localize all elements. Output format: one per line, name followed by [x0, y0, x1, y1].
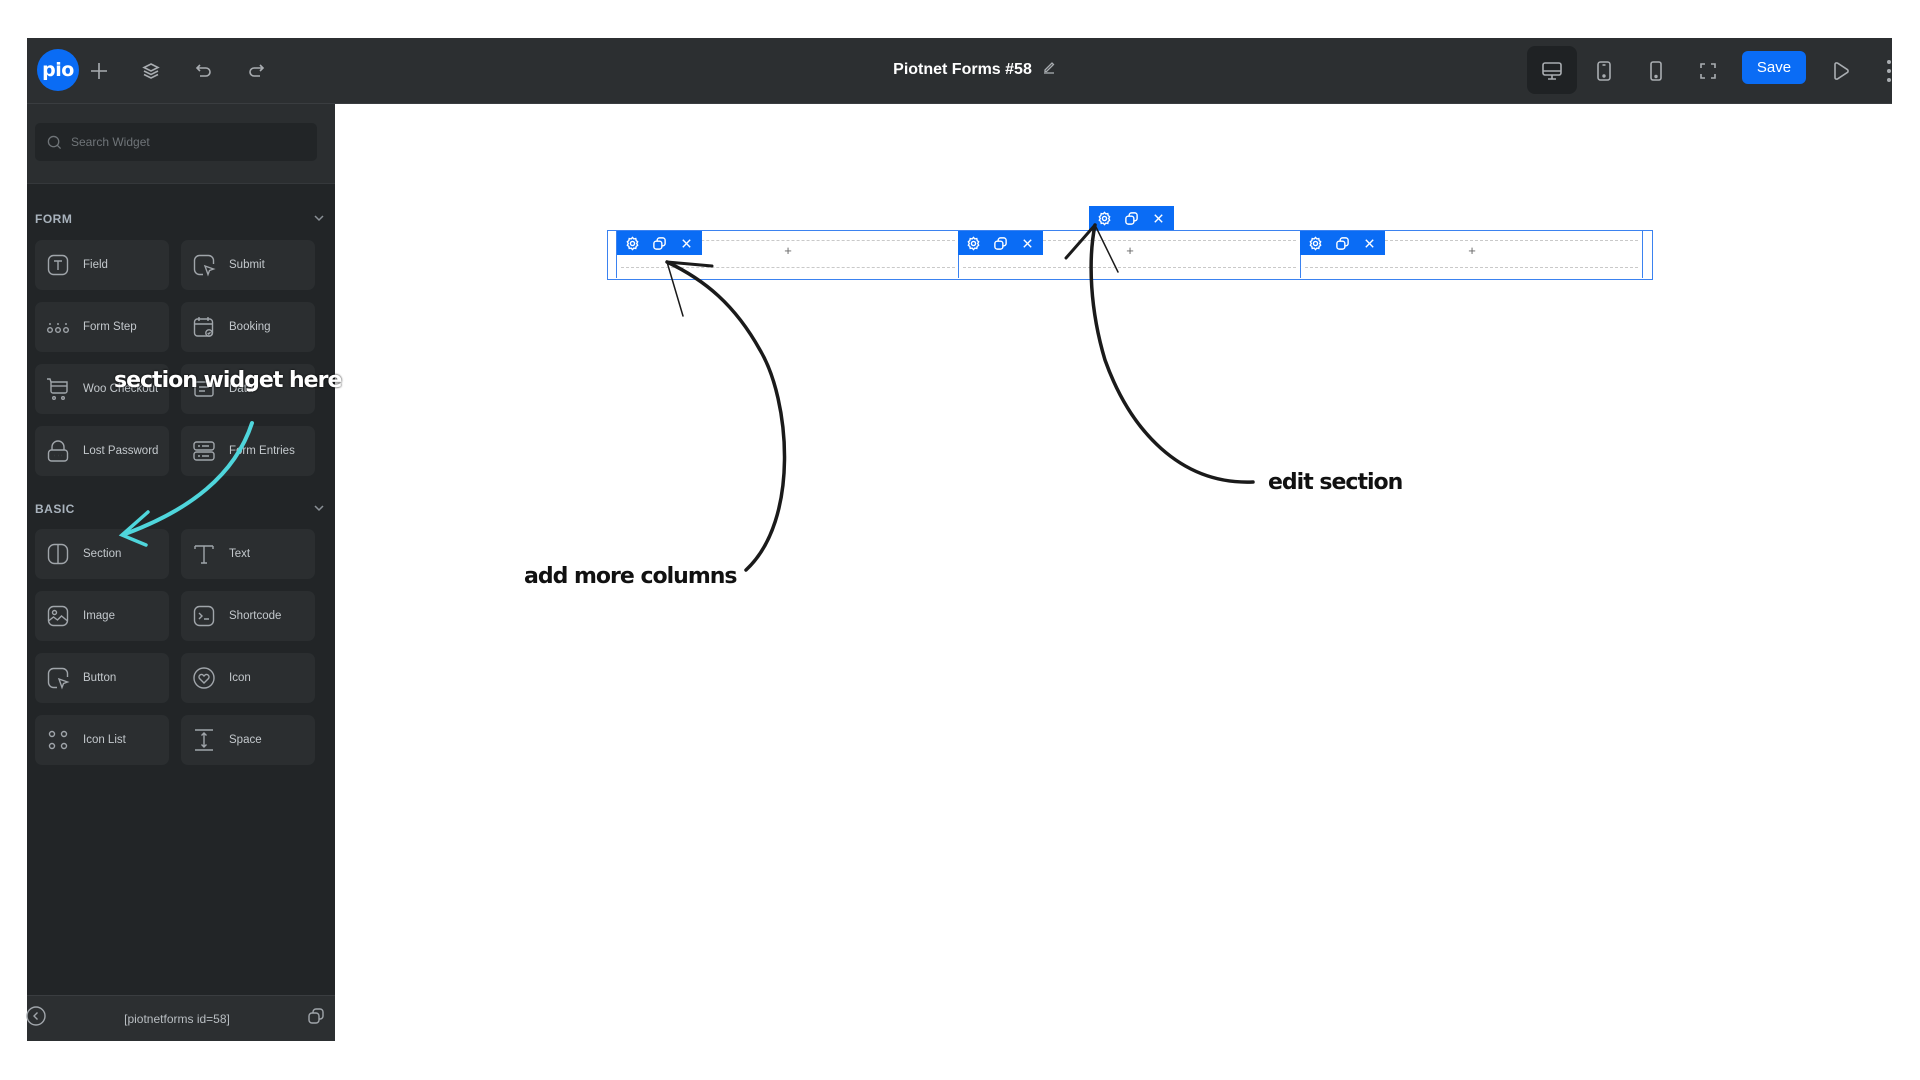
- page-title: Piotnet Forms #58: [893, 60, 1032, 78]
- add-widget-button[interactable]: +: [1462, 243, 1482, 258]
- widget-text[interactable]: Text: [181, 529, 315, 579]
- widget-icon[interactable]: Icon: [181, 653, 315, 703]
- annotation-add-columns: add more columns: [524, 564, 738, 589]
- widget-icon-list[interactable]: Icon List: [35, 715, 169, 765]
- desktop-icon[interactable]: [1539, 58, 1565, 84]
- column-settings-icon[interactable]: [962, 233, 985, 253]
- widget-button[interactable]: Button: [35, 653, 169, 703]
- widget-label: Field: [83, 259, 108, 271]
- widget-label: Submit: [229, 259, 265, 271]
- category-title: FORM: [35, 212, 73, 226]
- field-icon: [45, 252, 71, 278]
- widget-space[interactable]: Space: [181, 715, 315, 765]
- column-duplicate-icon[interactable]: [1331, 233, 1354, 253]
- button-icon: [45, 665, 71, 691]
- shortcode-text[interactable]: [piotnetforms id=58]: [124, 1012, 230, 1026]
- text-icon: [191, 541, 217, 567]
- search-area: [27, 104, 335, 184]
- preview-play-icon[interactable]: [1828, 58, 1854, 84]
- sidebar-footer: [piotnetforms id=58]: [25, 995, 335, 1041]
- widget-label: Lost Password: [83, 445, 159, 457]
- widget-lost-password[interactable]: Lost Password: [35, 426, 169, 476]
- tablet-icon[interactable]: [1591, 58, 1617, 84]
- form-widget-grid: Field Submit Form Step Booking Woo Check…: [27, 240, 335, 476]
- widget-label: Booking: [229, 321, 271, 333]
- widget-sidebar: FORM Field Submit Form Step Booking: [25, 104, 335, 1041]
- image-icon: [45, 603, 71, 629]
- column-settings-icon[interactable]: [621, 233, 644, 253]
- widget-submit[interactable]: Submit: [181, 240, 315, 290]
- widget-booking[interactable]: Booking: [181, 302, 315, 352]
- category-form-header[interactable]: FORM: [27, 207, 335, 231]
- annotation-edit-section: edit section: [1268, 470, 1403, 495]
- chevron-down-icon[interactable]: [311, 213, 327, 225]
- widget-shortcode[interactable]: Shortcode: [181, 591, 315, 641]
- heart-icon: [191, 665, 217, 691]
- widget-label: Form Step: [83, 321, 137, 333]
- layers-icon[interactable]: [138, 58, 164, 84]
- category-title: BASIC: [35, 502, 75, 516]
- lock-icon: [45, 438, 71, 464]
- add-widget-button[interactable]: +: [1120, 243, 1140, 258]
- submit-icon: [191, 252, 217, 278]
- save-button[interactable]: Save: [1742, 51, 1806, 84]
- widget-field[interactable]: Field: [35, 240, 169, 290]
- widget-label: Text: [229, 548, 251, 560]
- category-basic-header[interactable]: BASIC: [27, 497, 335, 521]
- widget-label: Shortcode: [229, 610, 282, 622]
- column-delete-icon[interactable]: [1358, 233, 1381, 253]
- section-block[interactable]: + + +: [607, 230, 1653, 280]
- search-icon: [47, 135, 62, 149]
- widget-image[interactable]: Image: [35, 591, 169, 641]
- collapse-sidebar-icon[interactable]: [25, 1005, 47, 1032]
- column-duplicate-icon[interactable]: [989, 233, 1012, 253]
- basic-widget-grid: Section Text Image Shortcode Button Icon: [27, 529, 335, 765]
- edit-title-icon[interactable]: [1042, 60, 1056, 79]
- column-delete-icon[interactable]: [1016, 233, 1039, 253]
- widget-label: Icon: [229, 672, 251, 684]
- widget-label: Section: [83, 548, 122, 560]
- widget-form-step[interactable]: Form Step: [35, 302, 169, 352]
- widget-label: Icon List: [83, 734, 126, 746]
- redo-icon[interactable]: [243, 58, 269, 84]
- section-delete-icon[interactable]: [1147, 208, 1170, 228]
- widget-form-entries[interactable]: Form Entries: [181, 426, 315, 476]
- cart-icon: [45, 376, 71, 402]
- widget-label: Form Entries: [229, 445, 295, 457]
- app-window: pio Piotnet Forms #58 Save Search Widget…: [25, 38, 1892, 1041]
- column-duplicate-icon[interactable]: [648, 233, 671, 253]
- widget-section[interactable]: Section: [35, 529, 169, 579]
- top-bar: pio Piotnet Forms #58 Save: [27, 38, 1892, 104]
- search-box[interactable]: [35, 123, 317, 161]
- section-duplicate-icon[interactable]: [1120, 208, 1143, 228]
- copy-shortcode-icon[interactable]: [307, 1007, 325, 1030]
- search-input[interactable]: [71, 135, 291, 149]
- widget-label: Button: [83, 672, 117, 684]
- section-toolbar: [1089, 206, 1174, 230]
- widget-label: Image: [83, 610, 115, 622]
- section-icon: [45, 541, 71, 567]
- column-toolbar: [1300, 231, 1385, 255]
- column-settings-icon[interactable]: [1304, 233, 1327, 253]
- entries-icon: [191, 438, 217, 464]
- booking-icon: [191, 314, 217, 340]
- annotation-section-widget: section widget here: [114, 368, 342, 393]
- form-step-icon: [45, 314, 71, 340]
- column-toolbar: [958, 231, 1043, 255]
- column-delete-icon[interactable]: [675, 233, 698, 253]
- shortcode-icon: [191, 603, 217, 629]
- add-widget-button[interactable]: +: [778, 243, 798, 258]
- undo-icon[interactable]: [191, 58, 217, 84]
- section-settings-icon[interactable]: [1093, 208, 1116, 228]
- more-menu-icon[interactable]: [1887, 60, 1892, 82]
- widget-label: Space: [229, 734, 262, 746]
- logo[interactable]: pio: [37, 49, 79, 91]
- chevron-down-icon[interactable]: [311, 503, 327, 515]
- space-icon: [191, 727, 217, 753]
- icon-list-icon: [45, 727, 71, 753]
- fullscreen-icon[interactable]: [1695, 58, 1721, 84]
- add-icon[interactable]: [86, 58, 112, 84]
- mobile-icon[interactable]: [1643, 58, 1669, 84]
- column-toolbar: [617, 231, 702, 255]
